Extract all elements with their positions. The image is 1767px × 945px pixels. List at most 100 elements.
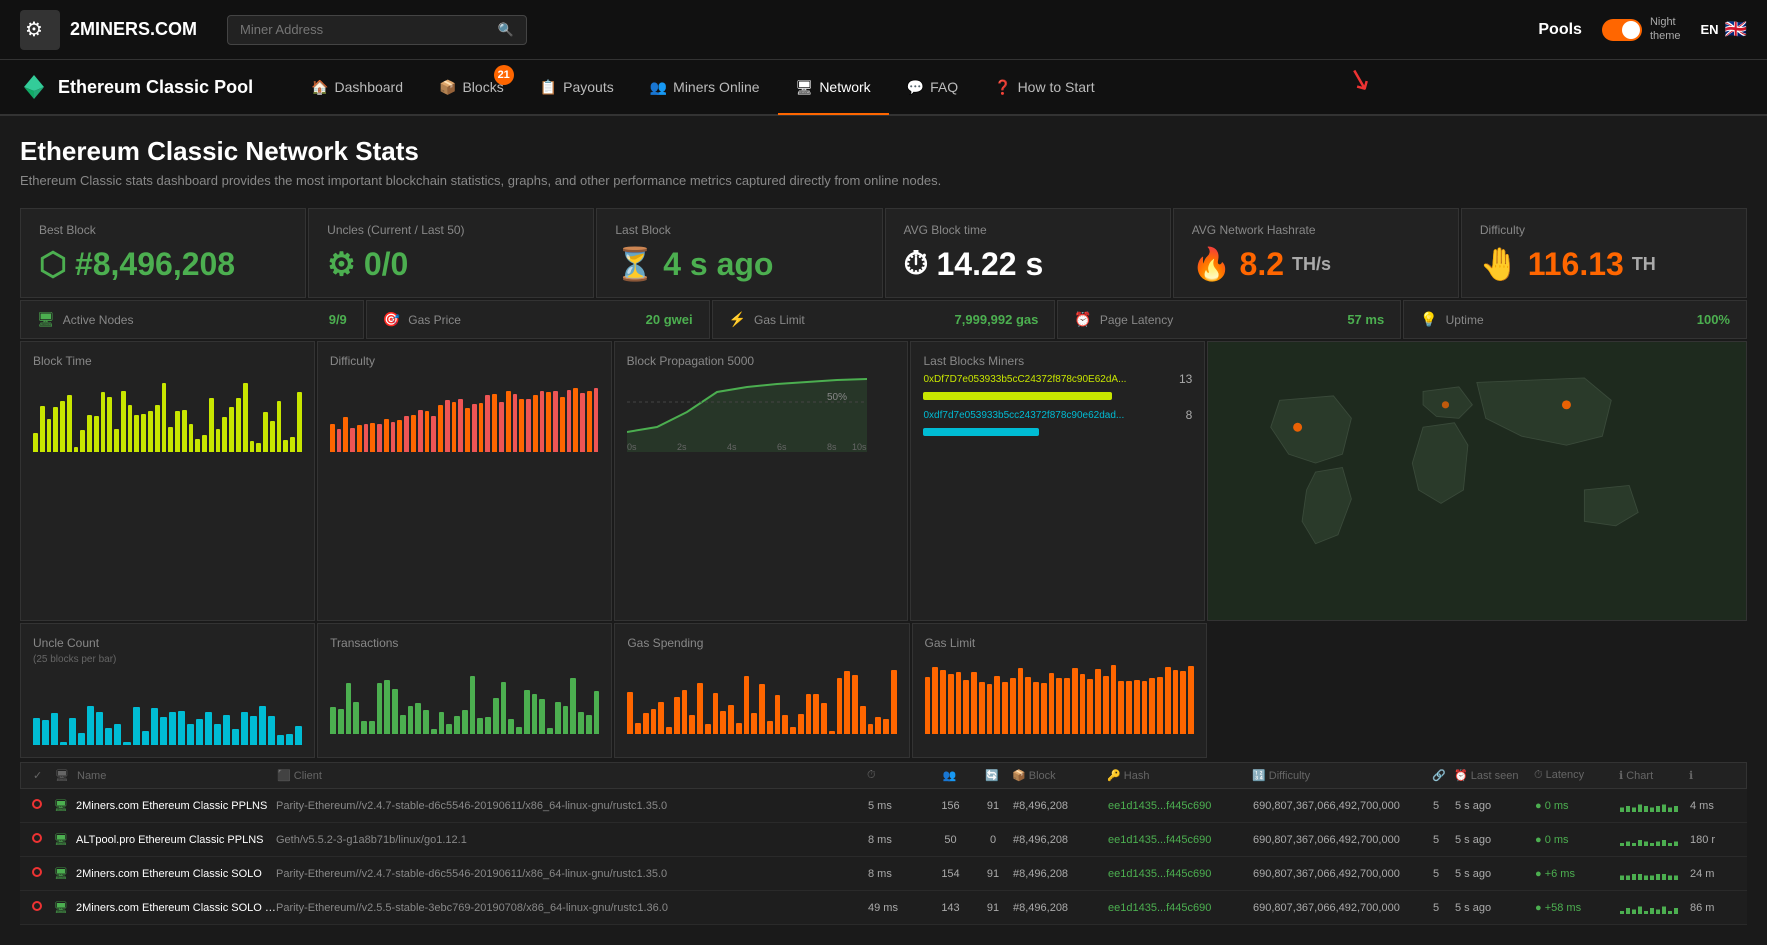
chart-bar	[259, 706, 266, 745]
row-monitor: 🖥	[54, 833, 76, 846]
chart-bar	[540, 391, 545, 452]
language-selector[interactable]: EN 🇬🇧	[1701, 19, 1747, 40]
charts-row-2: Uncle Count (25 blocks per bar) Transact…	[20, 623, 1747, 758]
search-bar[interactable]: 🔍	[227, 15, 527, 45]
chart-bar	[229, 407, 234, 452]
chart-bar	[1010, 678, 1016, 734]
active-nodes-label: Active Nodes	[63, 313, 134, 327]
svg-text:10s: 10s	[852, 442, 867, 452]
chart-bar	[182, 410, 187, 452]
chart-bar	[209, 398, 214, 452]
row-hash: ee1d1435...f445c690	[1108, 800, 1253, 812]
chart-gas-limit: Gas Limit	[912, 623, 1207, 758]
chart-bar	[1049, 673, 1055, 734]
nav-item-faq[interactable]: 💬 FAQ	[889, 59, 976, 115]
row-lastseen: 5 s ago	[1455, 902, 1535, 914]
chart-bar	[578, 712, 584, 734]
row-spark	[1620, 796, 1690, 815]
col-hash-header: 🔑 Hash	[1107, 769, 1252, 782]
chart-bar	[485, 717, 491, 734]
node-dot-2	[1562, 400, 1571, 409]
node-table-row[interactable]: 🖥 2Miners.com Ethereum Classic PPLNS Par…	[20, 789, 1747, 823]
best-block-number: #8,496,208	[75, 246, 235, 283]
row-hash: ee1d1435...f445c690	[1108, 834, 1253, 846]
chart-bar	[891, 670, 897, 734]
chart-bar	[377, 424, 382, 452]
info-page-latency: ⏰ Page Latency 57 ms	[1057, 300, 1401, 339]
uptime-value: 100%	[1697, 312, 1730, 327]
miner-addr-2: 0xdf7d7e053933b5cc24372f878c90e62dad...	[923, 410, 1177, 421]
active-nodes-value: 9/9	[329, 312, 347, 327]
row-pending: 91	[973, 868, 1013, 880]
stat-cards-row: Best Block ⬡ #8,496,208 Uncles (Current …	[20, 208, 1747, 298]
chart-bar	[353, 702, 359, 734]
blocks-icon: 📦	[439, 79, 456, 96]
chart-bar	[415, 703, 421, 734]
chart-bar	[357, 425, 362, 452]
pool-logo: Ethereum Classic Pool	[20, 73, 253, 101]
chart-bar	[971, 672, 977, 734]
chart-bar	[594, 691, 600, 734]
chart-bar	[587, 391, 592, 452]
faq-icon: 💬	[907, 79, 924, 96]
node-table-row[interactable]: 🖥 2Miners.com Ethereum Classic SOLO Pari…	[20, 857, 1747, 891]
nav-item-payouts[interactable]: 📋 Payouts	[522, 59, 632, 115]
col-pending-header: 🔄	[972, 769, 1012, 782]
chart-bar	[142, 731, 149, 745]
chart-bar	[283, 440, 288, 452]
node-table-row[interactable]: 🖥 2Miners.com Ethereum Classic SOLO USA …	[20, 891, 1747, 925]
chart-bar	[479, 403, 484, 452]
chart-bar	[178, 711, 185, 745]
chart-bar	[196, 719, 203, 745]
chart-bar	[40, 406, 45, 452]
col-uptime-header: ⏱ Latency	[1534, 769, 1619, 782]
chart-bar	[232, 729, 239, 745]
col-conns-header: 🔗	[1432, 769, 1454, 782]
blocks-badge: 21	[494, 65, 514, 85]
chart-bar	[78, 733, 85, 745]
row-conns: 5	[1433, 800, 1455, 812]
row-spark	[1620, 830, 1690, 849]
chart-bar	[148, 411, 153, 452]
nav-item-blocks[interactable]: 📦 Blocks 21	[421, 59, 522, 115]
nodes-section: ✓ 🖥 Name ⬛ Client ⏱ 👥 🔄 📦 Block 🔑 Hash 🔢…	[20, 762, 1747, 925]
chart-bar	[250, 441, 255, 452]
row-uptime-latency: ● +58 ms	[1535, 902, 1620, 914]
chart-bar	[567, 390, 572, 452]
svg-text:2s: 2s	[677, 442, 687, 452]
difficulty-unit: TH	[1632, 254, 1656, 275]
gas-price-label: Gas Price	[408, 313, 461, 327]
pools-button[interactable]: Pools	[1538, 21, 1582, 39]
difficulty-number: 116.13	[1528, 246, 1624, 283]
chart-bar	[759, 684, 765, 734]
chart-bar	[187, 724, 194, 745]
info-row: 🖥 Active Nodes 9/9 🎯 Gas Price 20 gwei ⚡…	[20, 300, 1747, 339]
chart-bar	[728, 705, 734, 734]
nav-item-howtostart[interactable]: ❓ How to Start	[976, 59, 1112, 115]
chart-bar	[555, 702, 561, 734]
chart-bar	[519, 399, 524, 452]
row-monitor: 🖥	[54, 867, 76, 880]
chart-bar	[713, 693, 719, 734]
search-input[interactable]	[240, 22, 498, 37]
chart-title-difficulty: Difficulty	[330, 354, 599, 368]
nav-item-dashboard[interactable]: 🏠 Dashboard	[293, 59, 421, 115]
stat-value-avg-block-time: ⏱ 14.22 s	[904, 245, 1152, 283]
nav-item-network[interactable]: 🖥 Network	[778, 59, 889, 115]
row-status	[32, 867, 54, 880]
nav-item-miners[interactable]: 👥 Miners Online	[632, 59, 778, 115]
node-table-row[interactable]: 🖥 ALTpool.pro Ethereum Classic PPLNS Get…	[20, 823, 1747, 857]
row-peers: 156	[928, 800, 973, 812]
col-latency-header: ⏱	[867, 769, 927, 782]
chart-bar	[539, 699, 545, 734]
chart-bar	[87, 706, 94, 745]
chart-bar	[1064, 678, 1070, 734]
night-theme-toggle[interactable]	[1602, 19, 1642, 41]
node-dot-1	[1293, 423, 1302, 432]
last-block-value: 4 s ago	[663, 246, 773, 283]
stat-value-best-block: ⬡ #8,496,208	[39, 245, 287, 283]
chart-transactions: Transactions	[317, 623, 612, 758]
chart-bar	[987, 684, 993, 734]
chart-bar	[343, 417, 348, 452]
search-icon[interactable]: 🔍	[498, 22, 514, 38]
